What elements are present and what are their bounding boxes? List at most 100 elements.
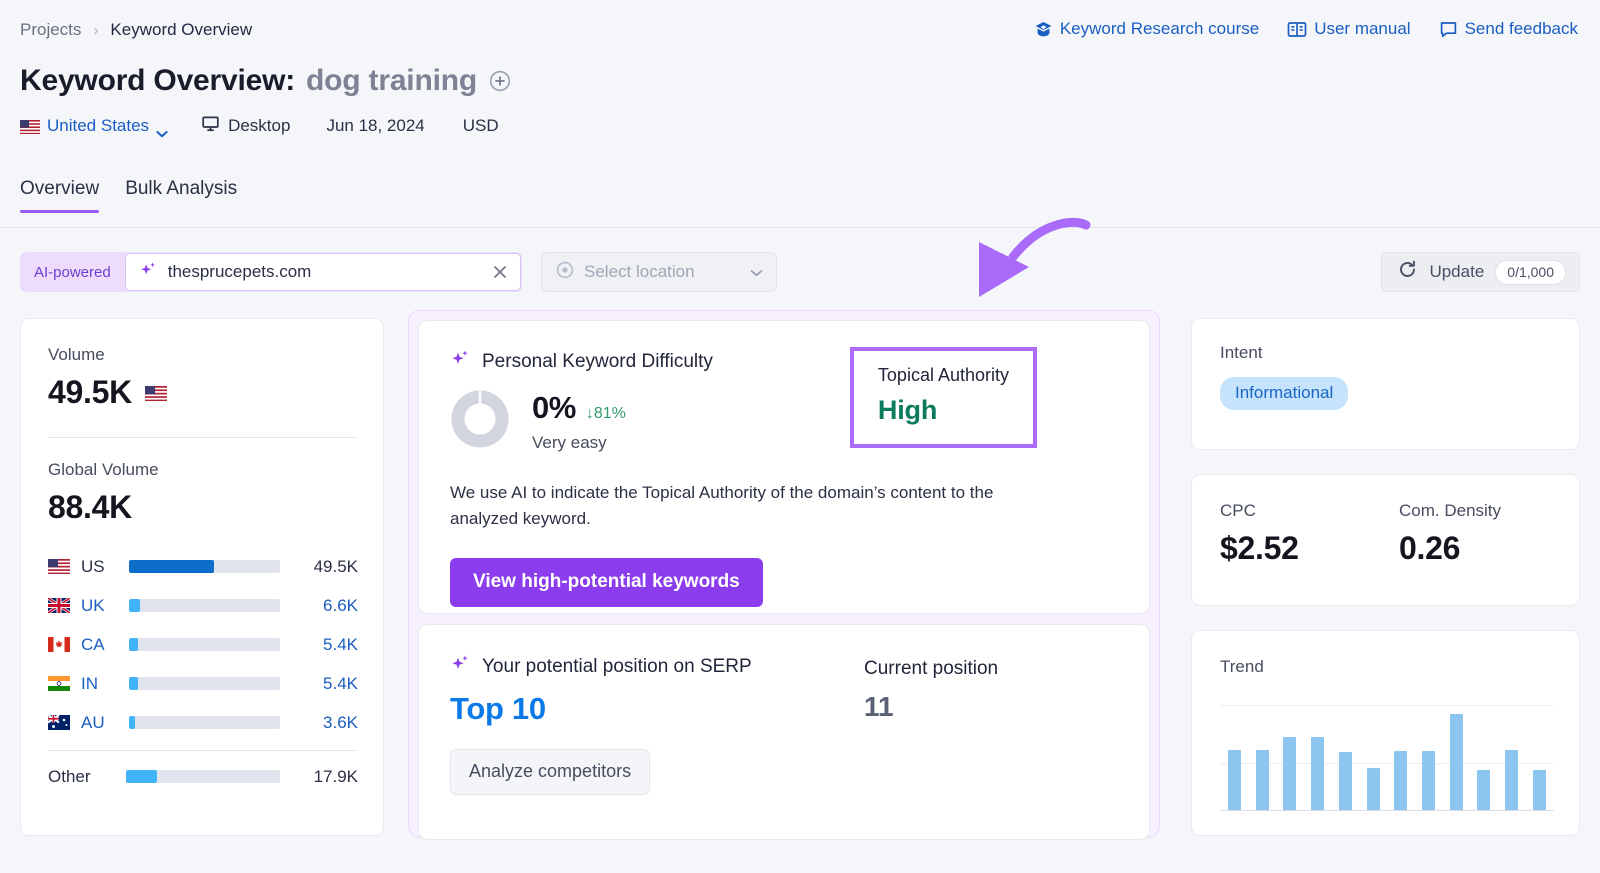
keyword-research-course-link[interactable]: Keyword Research course [1034, 19, 1259, 39]
volume-value-row: 49.5K [48, 374, 358, 411]
topical-authority-highlight: Topical Authority High [850, 347, 1037, 448]
currency-label: USD [463, 116, 499, 136]
divider [48, 437, 358, 438]
serp-position-card: Your potential position on SERP Top 10 C… [418, 624, 1150, 840]
serp-title: Your potential position on SERP [482, 656, 752, 678]
update-count-badge: 0/1,000 [1495, 260, 1566, 285]
table-row[interactable]: AU 3.6K [48, 703, 358, 742]
country-code: IN [81, 674, 129, 694]
domain-input-value: thesprucepets.com [168, 262, 482, 282]
other-volume-value: 17.9K [296, 767, 358, 787]
current-position-value: 11 [864, 691, 998, 723]
send-feedback-label: Send feedback [1465, 19, 1578, 39]
user-manual-link[interactable]: User manual [1287, 19, 1410, 39]
pkd-subtitle: Very easy [532, 433, 626, 453]
country-breakdown-table: US 49.5K UK 6.6K CA 5.4K IN 5.4K [48, 547, 358, 796]
trend-card: Trend [1191, 630, 1580, 836]
trend-bar [1505, 750, 1518, 810]
location-select[interactable]: Select location [541, 252, 777, 292]
us-flag-icon [145, 386, 165, 400]
table-row[interactable]: UK 6.6K [48, 586, 358, 625]
country-volume-bar [129, 599, 280, 612]
page-title: Keyword Overview: dog training [20, 64, 512, 98]
breadcrumb-projects[interactable]: Projects [20, 20, 81, 40]
tab-bar: Overview Bulk Analysis [20, 178, 237, 213]
other-volume-bar [126, 770, 280, 783]
analyze-competitors-button[interactable]: Analyze competitors [450, 749, 650, 795]
page-title-prefix: Keyword Overview: [20, 64, 295, 98]
page-title-keyword: dog training [306, 64, 477, 98]
trend-bar [1394, 751, 1407, 810]
trend-bar [1477, 770, 1490, 810]
header-links: Keyword Research course User manual Send… [1034, 19, 1578, 39]
plus-circle-icon[interactable] [488, 69, 512, 93]
current-position-label: Current position [864, 658, 998, 680]
tab-divider [0, 227, 1600, 228]
divider [48, 750, 358, 751]
annotation-arrow-icon [955, 205, 1105, 315]
trend-bar [1367, 768, 1380, 810]
monitor-icon [201, 114, 220, 138]
trend-label: Trend [1220, 657, 1579, 677]
table-row[interactable]: CA 5.4K [48, 625, 358, 664]
country-volume-value: 5.4K [296, 674, 358, 694]
serp-potential-value: Top 10 [450, 691, 864, 727]
table-row[interactable]: IN 5.4K [48, 664, 358, 703]
ai-sparkle-icon [450, 348, 471, 375]
country-code: CA [81, 635, 129, 655]
us-flag-icon [20, 119, 40, 133]
country-volume-value: 5.4K [296, 635, 358, 655]
location-placeholder: Select location [584, 262, 741, 282]
volume-card: Volume 49.5K Global Volume 88.4K US 49.5… [20, 318, 384, 836]
close-x-icon[interactable] [492, 264, 508, 280]
country-volume-bar [129, 677, 280, 690]
global-volume-label: Global Volume [48, 460, 358, 480]
table-row-other: Other 17.9K [48, 757, 358, 796]
send-feedback-link[interactable]: Send feedback [1439, 19, 1578, 39]
update-label: Update [1429, 262, 1484, 282]
table-row[interactable]: US 49.5K [48, 547, 358, 586]
map-pin-icon [555, 260, 575, 285]
domain-input-wrapper[interactable]: thesprucepets.com [125, 253, 521, 291]
country-volume-bar [129, 638, 280, 651]
volume-value: 49.5K [48, 374, 132, 411]
country-volume-bar [129, 716, 280, 729]
user-manual-label: User manual [1314, 19, 1410, 39]
trend-bar [1450, 714, 1463, 810]
global-volume-value: 88.4K [48, 489, 358, 526]
current-position-block: Current position 11 [864, 658, 998, 723]
chevron-down-icon [750, 262, 763, 282]
density-value: 0.26 [1399, 530, 1578, 567]
keyword-research-course-label: Keyword Research course [1060, 19, 1259, 39]
us-flag-icon [48, 559, 70, 574]
speech-bubble-icon [1439, 20, 1458, 39]
pkd-delta: ↓81% [586, 405, 626, 423]
graduation-cap-icon [1034, 20, 1053, 39]
cpc-label: CPC [1220, 501, 1399, 521]
view-high-potential-keywords-button[interactable]: View high-potential keywords [450, 558, 763, 607]
density-label: Com. Density [1399, 501, 1578, 521]
pkd-title: Personal Keyword Difficulty [482, 351, 713, 373]
intent-badge: Informational [1220, 377, 1348, 410]
update-button[interactable]: Update 0/1,000 [1381, 252, 1580, 292]
breadcrumb: Projects › Keyword Overview [20, 20, 252, 40]
tab-overview[interactable]: Overview [20, 178, 99, 213]
book-icon [1287, 20, 1307, 39]
topical-authority-label: Topical Authority [878, 365, 1009, 386]
topical-authority-value: High [878, 395, 1009, 426]
cpc-block: CPC $2.52 [1220, 501, 1399, 605]
ai-powered-badge: AI-powered [20, 264, 125, 281]
tab-bulk-analysis[interactable]: Bulk Analysis [125, 178, 237, 213]
refresh-icon [1397, 259, 1418, 285]
difficulty-donut-chart [450, 389, 510, 449]
density-block: Com. Density 0.26 [1399, 501, 1578, 605]
country-selector[interactable]: United States [20, 116, 167, 136]
serp-head: Your potential position on SERP Top 10 C… [450, 653, 1119, 727]
country-code: AU [81, 713, 129, 733]
ai-domain-search: AI-powered thesprucepets.com [20, 252, 522, 292]
trend-bar [1339, 752, 1352, 810]
cpc-density-card: CPC $2.52 Com. Density 0.26 [1191, 474, 1580, 606]
chart-axis [1220, 810, 1554, 811]
in-flag-icon [48, 676, 70, 691]
trend-bar [1311, 737, 1324, 810]
